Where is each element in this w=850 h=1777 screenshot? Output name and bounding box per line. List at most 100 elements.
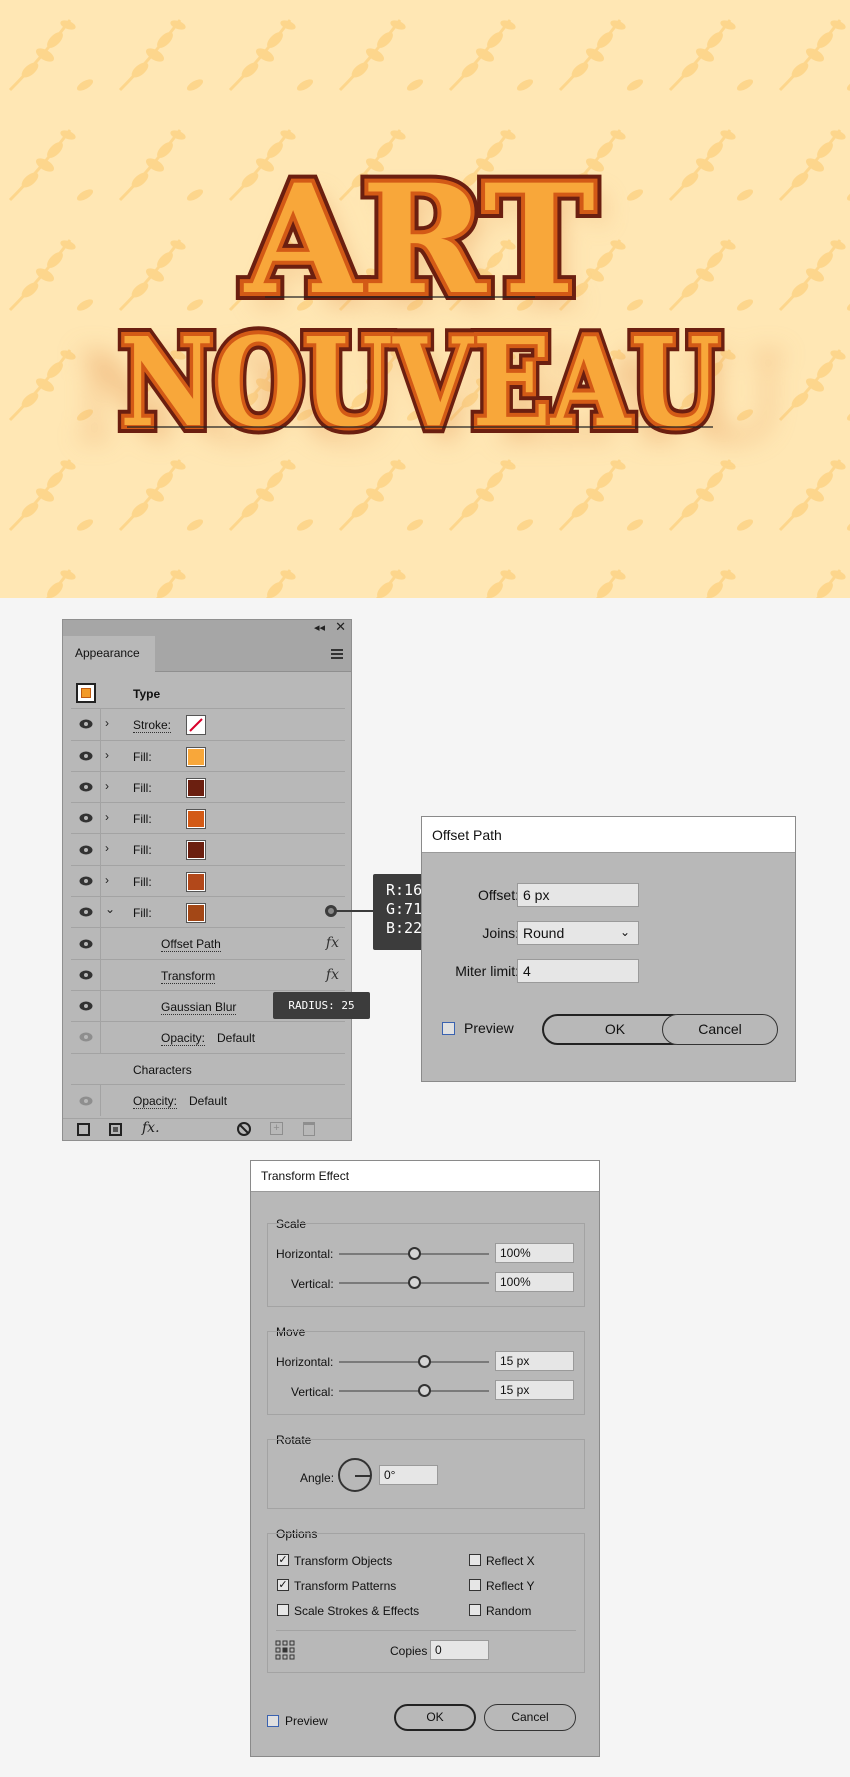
visibility-eye-icon[interactable] [71,990,101,1022]
visibility-eye-icon[interactable] [71,740,101,771]
visibility-eye-icon-dim[interactable] [71,1084,101,1117]
chevron-right-icon[interactable]: › [105,716,109,730]
random-checkbox[interactable] [469,1604,481,1616]
art-nouveau-title: ART ART ART NOUVEAU NOUVEAU NOUVEAU [74,144,787,469]
visibility-eye-icon[interactable] [71,897,101,928]
effect-label[interactable]: Gaussian Blur [161,1000,237,1015]
joins-select[interactable]: Round ⌄ [517,921,639,945]
scale-horizontal-input[interactable]: 100% [495,1243,574,1263]
fx-icon[interactable]: fx [326,967,339,983]
scale-vertical-knob[interactable] [408,1276,421,1289]
transform-patterns-checkbox[interactable]: ✓ [277,1579,289,1591]
miter-limit-input[interactable]: 4 [517,959,639,983]
opacity-label[interactable]: Opacity: [133,1094,178,1109]
visibility-eye-icon[interactable] [71,959,101,990]
move-vertical-knob[interactable] [418,1384,431,1397]
offset-path-dialog: Offset Path Offset: 6 px Joins: Round ⌄ … [421,816,796,1082]
fx-icon[interactable]: fx [326,935,339,951]
miter-limit-label: Miter limit: [455,963,519,979]
add-stroke-icon[interactable] [77,1123,90,1136]
preview-checkbox[interactable] [442,1022,455,1035]
move-horizontal-slider[interactable] [339,1361,489,1363]
fill-label[interactable]: Fill: [133,781,152,795]
add-effect-fx-icon[interactable]: fx. [142,1120,160,1136]
fill-row[interactable]: › Fill: [71,740,345,772]
collapse-icon[interactable]: ◂◂ [314,621,325,634]
clear-appearance-icon[interactable] [237,1122,251,1136]
reference-point-icon[interactable] [275,1640,295,1660]
visibility-eye-icon[interactable] [71,928,101,959]
chevron-right-icon[interactable]: › [105,841,109,855]
cancel-button[interactable]: Cancel [662,1014,778,1045]
stroke-label[interactable]: Stroke: [133,718,172,734]
options-divider [276,1630,576,1631]
move-group [267,1331,585,1415]
bottom-opacity-row[interactable]: Opacity: Default [71,1084,345,1117]
type-row[interactable]: Type [71,678,345,710]
visibility-eye-icon[interactable] [71,803,101,834]
fill-swatch[interactable] [186,871,206,892]
fill-row[interactable]: › Fill: [71,834,345,866]
panel-menu-icon[interactable] [331,649,343,661]
visibility-eye-icon[interactable] [71,834,101,865]
fill-swatch[interactable] [186,809,206,830]
stroke-row[interactable]: › Stroke: [71,709,345,741]
move-vertical-slider[interactable] [339,1390,489,1392]
effect-row-transform[interactable]: Transform fx [71,959,345,991]
dialog-title: Offset Path [422,817,795,853]
characters-row[interactable]: Characters [71,1054,345,1085]
fill-row[interactable]: › Fill: [71,865,345,898]
fill-row[interactable]: › Fill: [71,771,345,804]
chevron-down-icon[interactable]: ⌄ [105,902,115,916]
move-vertical-input[interactable]: 15 px [495,1380,574,1400]
fill-swatch[interactable] [186,840,206,861]
chevron-right-icon[interactable]: › [105,810,109,824]
fill-label[interactable]: Fill: [133,750,152,764]
scale-horizontal-knob[interactable] [408,1247,421,1260]
angle-dial-icon[interactable] [338,1458,372,1492]
tab-appearance[interactable]: Appearance [63,636,155,672]
effect-label[interactable]: Transform [161,969,216,984]
stroke-swatch-none-icon[interactable] [186,715,206,736]
copies-label: Copies [390,1644,428,1658]
ok-button[interactable]: OK [394,1704,476,1731]
close-icon[interactable]: ✕ [335,619,346,635]
fill-row[interactable]: › Fill: [71,803,345,835]
fill-label[interactable]: Fill: [133,843,152,857]
preview-checkbox[interactable] [267,1715,279,1727]
visibility-eye-icon[interactable] [71,709,101,740]
effect-label[interactable]: Offset Path [161,937,221,953]
add-fill-icon[interactable] [109,1123,122,1136]
visibility-eye-icon-dim[interactable] [71,1022,101,1053]
cancel-button[interactable]: Cancel [484,1704,576,1731]
visibility-eye-icon[interactable] [71,771,101,803]
fill-label[interactable]: Fill: [133,875,152,889]
visibility-eye-icon[interactable] [71,865,101,897]
fill-label[interactable]: Fill: [133,906,152,920]
fill-row-expanded[interactable]: ⌄ Fill: [71,897,345,929]
angle-input[interactable]: 0° [379,1465,438,1485]
transform-effect-dialog: Transform Effect Scale Horizontal: 100% … [250,1160,600,1757]
fill-swatch[interactable] [186,903,206,924]
chevron-right-icon[interactable]: › [105,873,109,887]
characters-label: Characters [133,1062,192,1077]
copies-input[interactable]: 0 [430,1640,489,1660]
appearance-list: Type › Stroke: › Fill: › Fill: › Fill: ›… [71,678,345,1117]
move-horizontal-knob[interactable] [418,1355,431,1368]
chevron-right-icon[interactable]: › [105,748,109,762]
transform-objects-checkbox[interactable]: ✓ [277,1554,289,1566]
move-horizontal-input[interactable]: 15 px [495,1351,574,1371]
chevron-right-icon[interactable]: › [105,779,109,793]
opacity-label[interactable]: Opacity: [161,1031,206,1047]
opacity-row[interactable]: Opacity: Default [71,1022,345,1054]
move-horizontal-label: Horizontal: [276,1355,334,1369]
fill-swatch[interactable] [186,746,206,767]
scale-vertical-input[interactable]: 100% [495,1272,574,1292]
fill-swatch[interactable] [186,777,206,798]
fill-label[interactable]: Fill: [133,812,152,826]
offset-input[interactable]: 6 px [517,883,639,907]
reflect-x-checkbox[interactable] [469,1554,481,1566]
reflect-y-checkbox[interactable] [469,1579,481,1591]
effect-row-offset-path[interactable]: Offset Path fx [71,928,345,960]
scale-strokes-checkbox[interactable] [277,1604,289,1616]
